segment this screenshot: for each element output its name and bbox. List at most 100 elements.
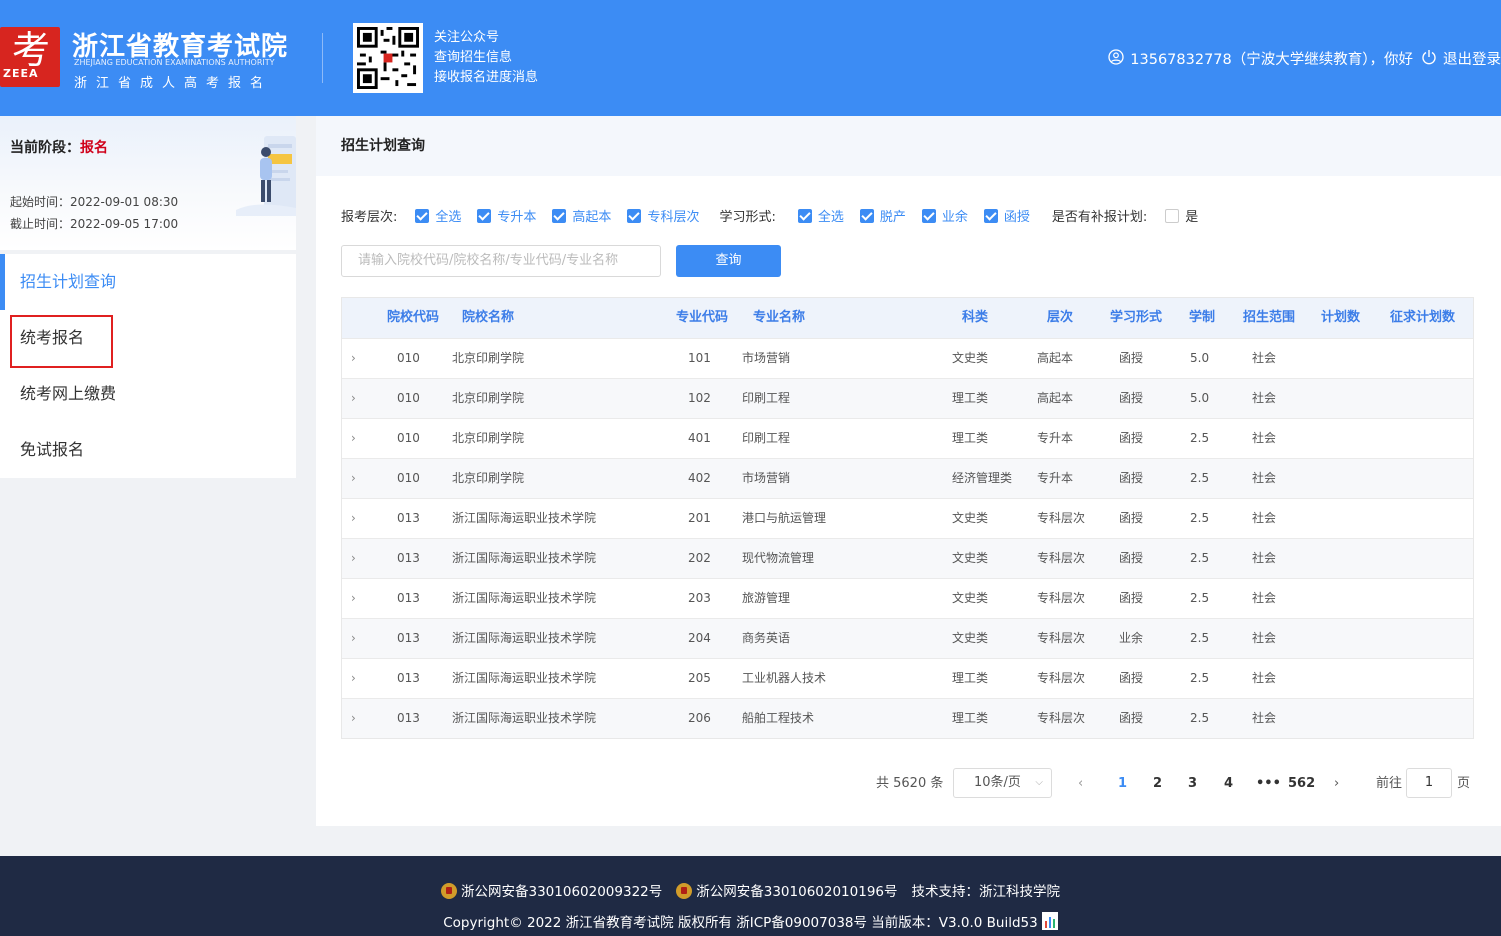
qr-caption-line: 关注公众号	[434, 30, 500, 45]
supplement-checkbox[interactable]: 是	[1165, 206, 1198, 225]
table-row[interactable]: › 013 浙江国际海运职业技术学院 204 商务英语 文史类 专科层次 业余 2.5 社会	[342, 618, 1473, 658]
filter-bar: 报考层次: 全选 专升本 高起本 专科层次 学习形式: 全选 脱产 业余 函授 …	[341, 206, 1214, 225]
form-checkbox-full-time[interactable]: 脱产	[859, 206, 906, 225]
cell-major-code: 401	[688, 431, 711, 445]
search-button[interactable]: 查询	[676, 245, 781, 277]
form-checkbox-all[interactable]: 全选	[797, 206, 844, 225]
page-ellipsis[interactable]: •••	[1256, 768, 1281, 800]
chevron-right-icon[interactable]: ›	[351, 539, 356, 578]
bar-chart-icon	[1041, 912, 1058, 930]
level-checkbox-zsb[interactable]: 专升本	[477, 206, 536, 225]
goto-page-suffix: 页	[1457, 776, 1471, 791]
qr-code-icon	[357, 27, 419, 89]
chevron-right-icon[interactable]: ›	[351, 419, 356, 458]
column-header: 招生范围	[1243, 310, 1296, 325]
chevron-right-icon[interactable]: ›	[351, 619, 356, 658]
site-title-en: ZHEJIANG EDUCATION EXAMINATIONS AUTHORIT…	[74, 58, 275, 67]
chevron-right-icon[interactable]: ›	[351, 579, 356, 618]
page-title: 招生计划查询	[316, 116, 1501, 176]
beian-link-2[interactable]: 浙公网安备33010602010196号	[696, 884, 897, 900]
footer: 浙公网安备33010602009322号 浙公网安备33010602010196号…	[0, 856, 1501, 936]
cell-school-code: 013	[397, 711, 420, 725]
sidebar-item-plan-query[interactable]: 招生计划查询	[0, 254, 296, 310]
cell-school-name: 浙江国际海运职业技术学院	[452, 591, 597, 605]
sidebar-menu: 招生计划查询 统考报名 统考网上缴费 免试报名	[0, 254, 296, 478]
checkbox-label: 全选	[435, 210, 462, 225]
cell-study-form: 业余	[1119, 631, 1144, 645]
form-checkbox-correspondence[interactable]: 函授	[983, 206, 1030, 225]
cell-level: 专科层次	[1037, 511, 1086, 525]
beian-link-1[interactable]: 浙公网安备33010602009322号	[461, 884, 662, 900]
page-number-1[interactable]: 1	[1118, 768, 1127, 800]
table-row[interactable]: › 013 浙江国际海运职业技术学院 203 旅游管理 文史类 专科层次 函授 2.5 社会	[342, 578, 1473, 618]
cell-category: 理工类	[952, 671, 989, 685]
level-checkbox-all[interactable]: 全选	[415, 206, 461, 225]
cell-study-form: 函授	[1119, 671, 1144, 685]
table-row[interactable]: › 013 浙江国际海运职业技术学院 201 港口与航运管理 文史类 专科层次 函授 2.5 社会	[342, 498, 1473, 538]
column-header: 院校代码	[387, 310, 440, 325]
sidebar-item-label: 免试报名	[20, 440, 85, 459]
level-checkbox-gqb[interactable]: 高起本	[552, 206, 611, 225]
top-header: 考 ZEEA 浙江省教育考试院 ZHEJIANG EDUCATION EXAMI…	[0, 0, 1501, 116]
goto-page-input[interactable]: 1	[1406, 768, 1452, 798]
chevron-right-icon[interactable]: ›	[351, 499, 356, 538]
cell-major-code: 202	[688, 551, 711, 565]
column-header: 计划数	[1321, 310, 1361, 325]
logout-button[interactable]: 退出登录	[1421, 48, 1501, 69]
stage-end-time: 截止时间：2022-09-05 17:00	[10, 217, 179, 231]
sidebar-item-unified-exam-registration[interactable]: 统考报名	[0, 310, 296, 368]
cell-level: 专科层次	[1037, 591, 1086, 605]
chevron-right-icon[interactable]: ›	[351, 379, 356, 418]
table-row[interactable]: › 013 浙江国际海运职业技术学院 205 工业机器人技术 理工类 专科层次 函授 2.5 社会	[342, 658, 1473, 698]
prev-page-button[interactable]: ‹	[1078, 768, 1083, 800]
table-row[interactable]: › 013 浙江国际海运职业技术学院 202 现代物流管理 文史类 专科层次 函授 2.5 社会	[342, 538, 1473, 578]
chevron-right-icon[interactable]: ›	[351, 459, 356, 498]
page-size-select[interactable]: 10条/页 ⌵	[953, 768, 1052, 798]
cell-duration: 2.5	[1190, 631, 1210, 645]
chevron-right-icon[interactable]: ›	[351, 699, 356, 738]
search-input[interactable]: 请输入院校代码/院校名称/专业代码/专业名称	[341, 245, 661, 277]
cell-category: 理工类	[952, 711, 989, 725]
zeea-logo: 考 ZEEA	[0, 27, 60, 87]
stage-start-time: 起始时间：2022-09-01 08:30	[10, 195, 179, 209]
chevron-right-icon[interactable]: ›	[351, 659, 356, 698]
level-checkbox-zk[interactable]: 专科层次	[627, 206, 699, 225]
cell-study-form: 函授	[1119, 471, 1144, 485]
cell-school-name: 北京印刷学院	[452, 391, 525, 405]
sidebar-item-online-payment[interactable]: 统考网上缴费	[0, 366, 296, 422]
column-header: 院校名称	[462, 310, 515, 325]
cell-scope: 社会	[1252, 591, 1277, 605]
cell-major-code: 204	[688, 631, 711, 645]
cell-category: 文史类	[952, 351, 989, 365]
page-number-2[interactable]: 2	[1153, 768, 1162, 800]
cell-school-code: 013	[397, 591, 420, 605]
checkbox-checked-icon	[797, 208, 812, 223]
page-number-3[interactable]: 3	[1188, 768, 1197, 800]
table-row[interactable]: › 013 浙江国际海运职业技术学院 206 船舶工程技术 理工类 专科层次 函授 2.5 社会	[342, 698, 1473, 738]
next-page-button[interactable]: ›	[1334, 768, 1339, 800]
stage-label-text: 当前阶段：	[10, 140, 80, 156]
chevron-right-icon[interactable]: ›	[351, 339, 356, 378]
table-row[interactable]: › 010 北京印刷学院 402 市场营销 经济管理类 专升本 函授 2.5 社会	[342, 458, 1473, 498]
cell-level: 高起本	[1037, 391, 1074, 405]
cell-major-name: 印刷工程	[742, 431, 791, 445]
header-divider	[322, 33, 323, 83]
site-subtitle: 浙江省成人高考报名	[74, 76, 273, 91]
level-filter-label: 报考层次:	[341, 210, 398, 225]
table-row[interactable]: › 010 北京印刷学院 401 印刷工程 理工类 专升本 函授 2.5 社会	[342, 418, 1473, 458]
cell-level: 专科层次	[1037, 711, 1086, 725]
cell-level: 专科层次	[1037, 671, 1086, 685]
cell-level: 专升本	[1037, 431, 1074, 445]
page-number-4[interactable]: 4	[1224, 768, 1233, 800]
form-checkbox-part-time[interactable]: 业余	[921, 206, 968, 225]
cell-study-form: 函授	[1119, 391, 1144, 405]
table-row[interactable]: › 010 北京印刷学院 101 市场营销 文史类 高起本 函授 5.0 社会	[342, 338, 1473, 378]
table-row[interactable]: › 010 北京印刷学院 102 印刷工程 理工类 高起本 函授 5.0 社会	[342, 378, 1473, 418]
cell-study-form: 函授	[1119, 351, 1144, 365]
checkbox-label: 函授	[1003, 210, 1030, 225]
goto-label: 前往	[1376, 776, 1403, 791]
sidebar-item-exempt-registration[interactable]: 免试报名	[0, 422, 296, 478]
page-number-last[interactable]: 562	[1288, 768, 1315, 800]
checkbox-label: 专升本	[497, 210, 537, 225]
stage-label: 当前阶段：报名	[10, 137, 108, 157]
